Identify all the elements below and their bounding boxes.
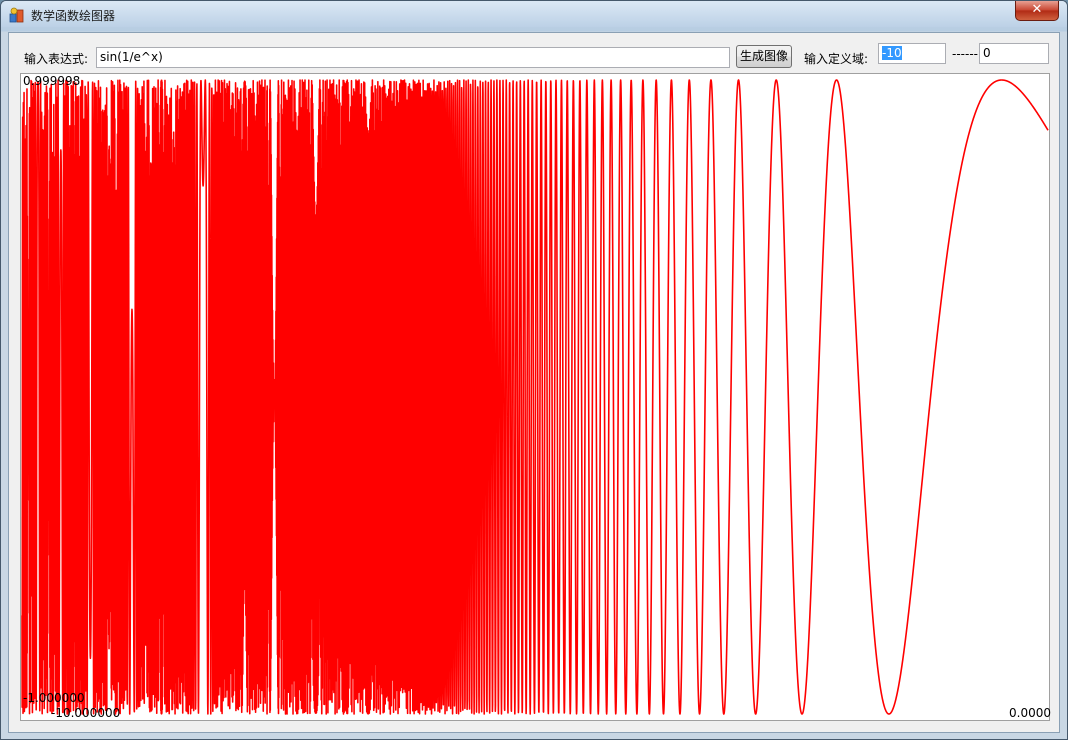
title-bar[interactable]: 数学函数绘图器 ✕ <box>1 1 1067 27</box>
window-title: 数学函数绘图器 <box>31 9 116 23</box>
domain-from-value: -10 <box>882 46 902 60</box>
plot-area: 0.999998 -1.000000 -10.000000 0.0000 <box>20 73 1051 721</box>
domain-label: 输入定义域: <box>804 52 869 66</box>
expression-label: 输入表达式: <box>24 52 89 66</box>
app-window: 数学函数绘图器 ✕ 输入表达式: sin(1/e^x) 生成图像 输入定义域: … <box>0 0 1068 740</box>
generate-button[interactable]: 生成图像 <box>736 45 792 68</box>
close-icon: ✕ <box>1031 2 1043 17</box>
domain-to-input[interactable]: 0 <box>979 43 1049 64</box>
main-panel: 输入表达式: sin(1/e^x) 生成图像 输入定义域: -10 ------… <box>8 32 1060 733</box>
domain-from-input[interactable]: -10 <box>878 43 946 64</box>
y-max-label: 0.999998 <box>23 74 81 88</box>
expression-input[interactable]: sin(1/e^x) <box>96 47 730 68</box>
close-button[interactable]: ✕ <box>1015 1 1059 21</box>
domain-separator: ------ <box>952 47 978 61</box>
x-min-label: -10.000000 <box>51 706 121 720</box>
function-plot <box>21 79 1049 715</box>
app-icon <box>9 7 24 23</box>
x-max-label: 0.0000 <box>1009 706 1051 720</box>
y-min-label: -1.000000 <box>23 691 85 705</box>
function-curve <box>21 79 1049 715</box>
